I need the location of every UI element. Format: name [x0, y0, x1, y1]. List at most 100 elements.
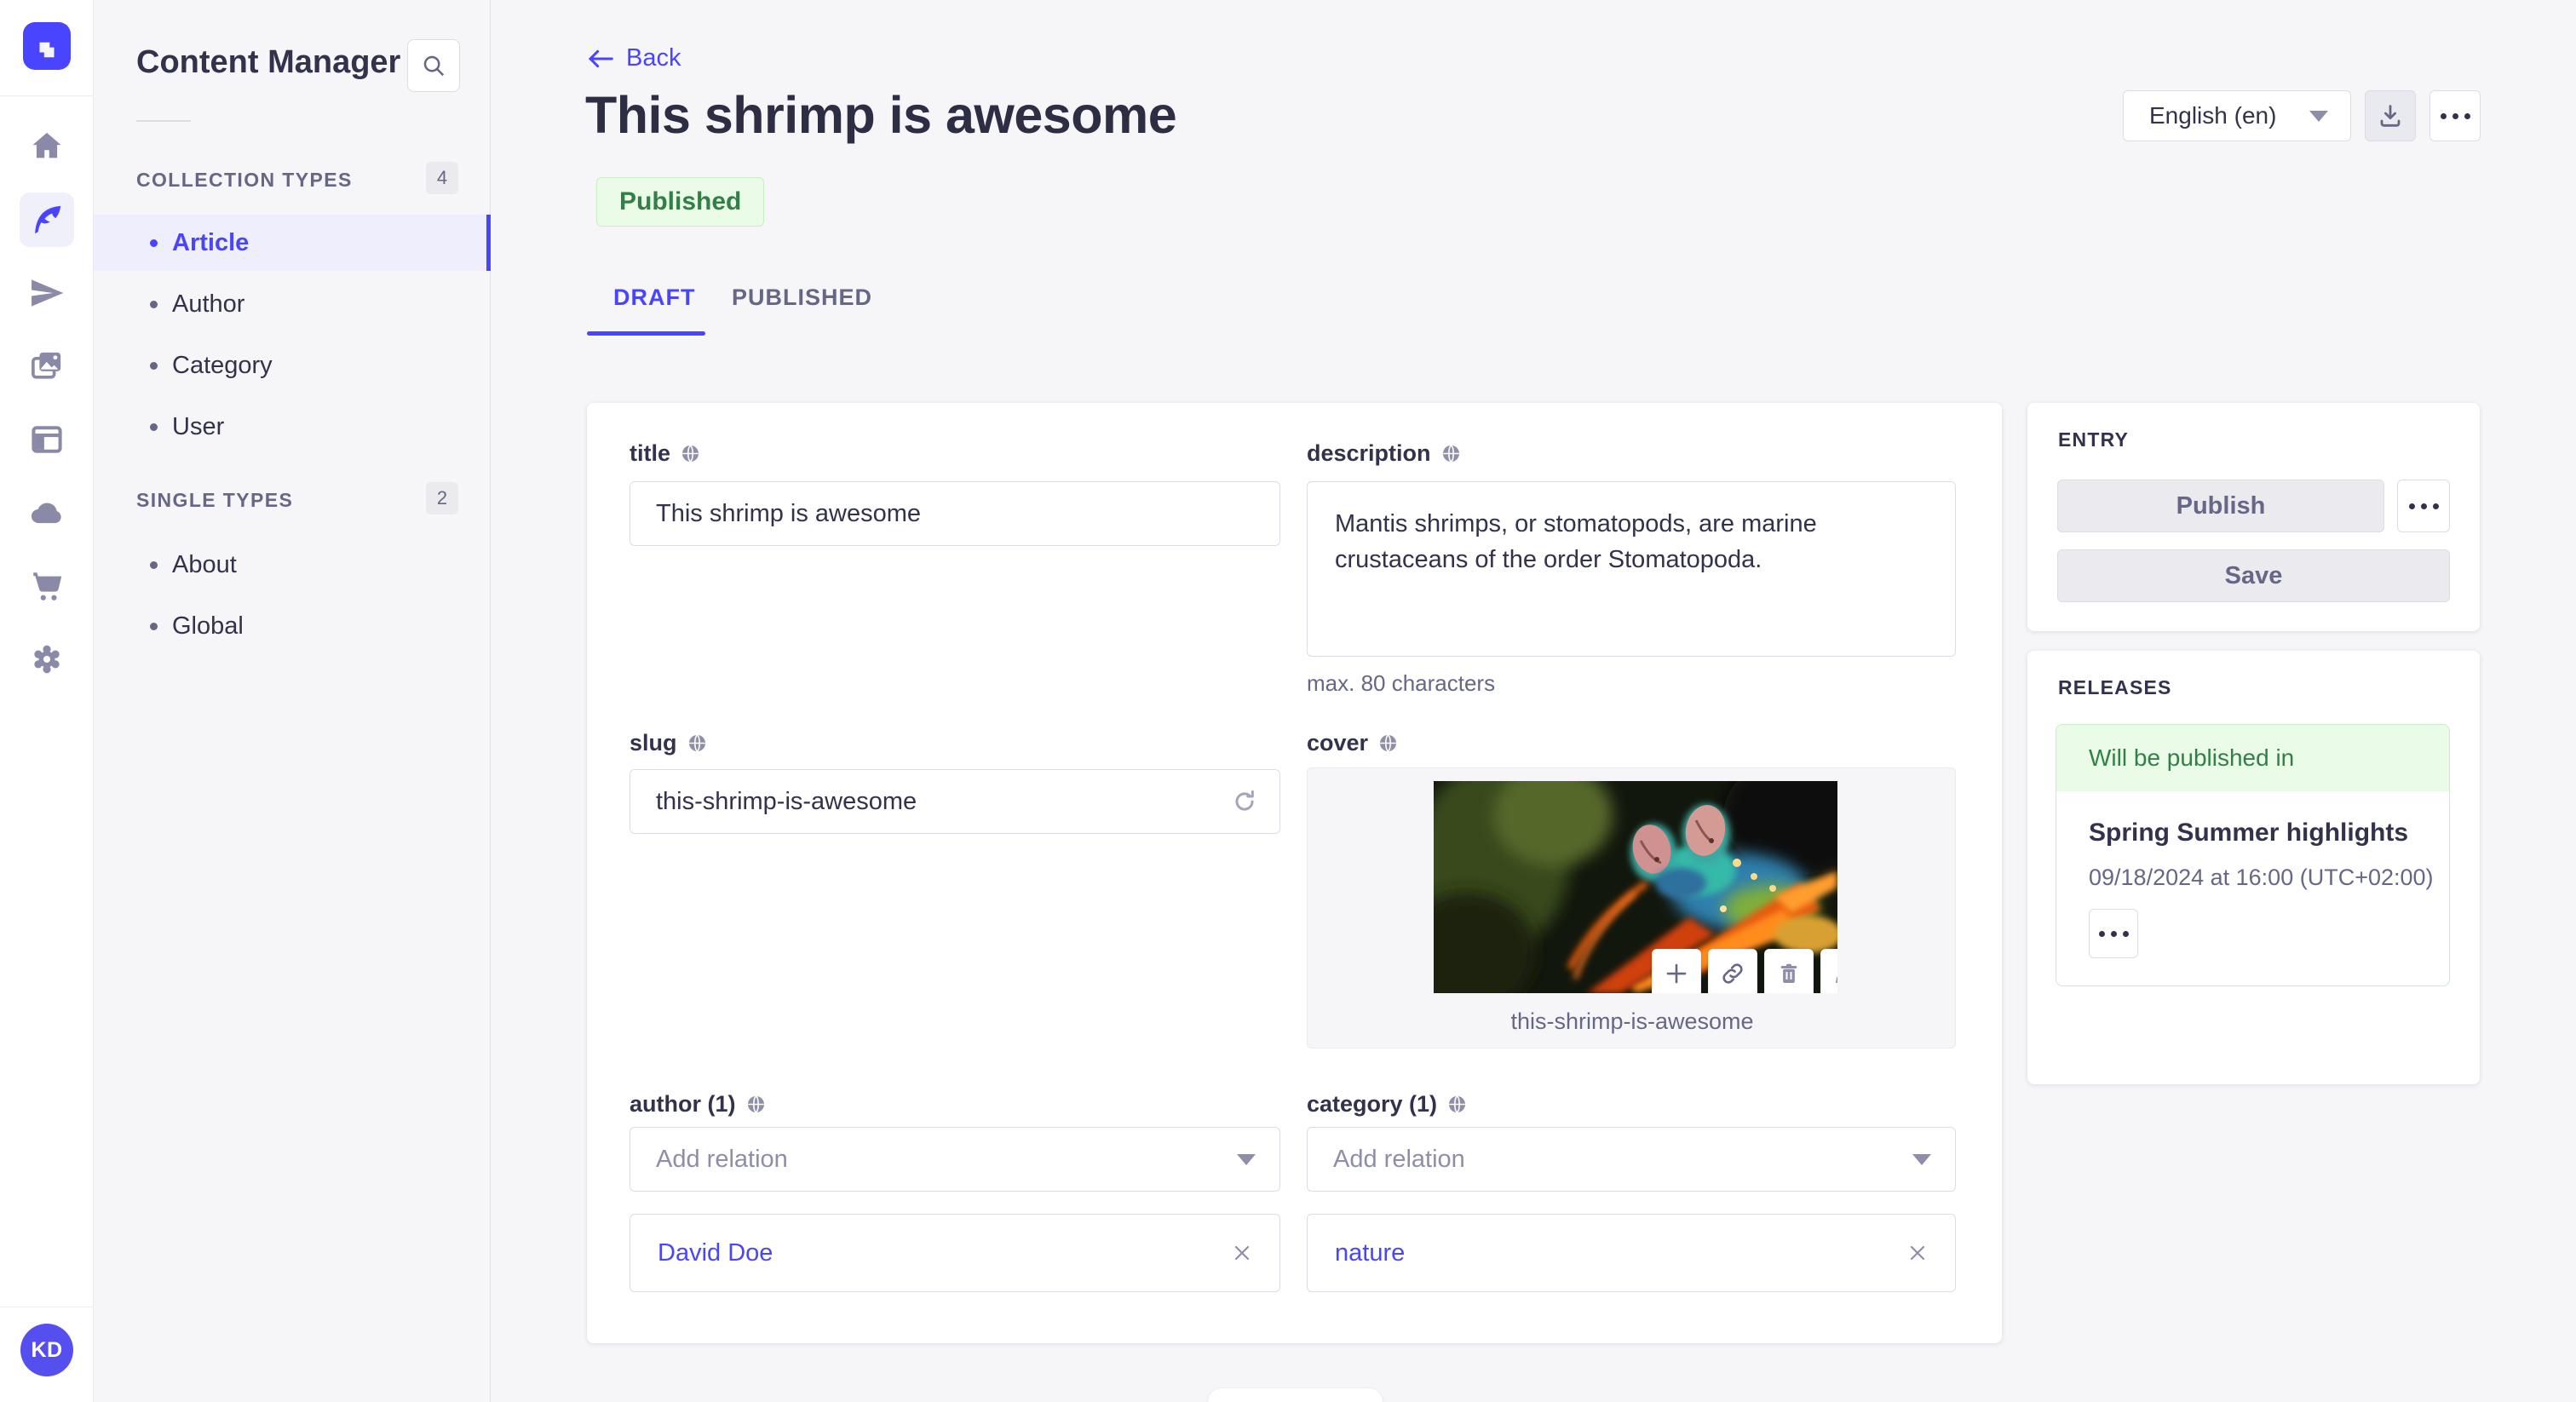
- author-relation-select[interactable]: Add relation: [630, 1127, 1280, 1192]
- link-icon: [1722, 963, 1743, 984]
- collection-types-header: COLLECTION TYPES 4: [94, 162, 491, 196]
- sidebar-item-user[interactable]: User: [94, 399, 491, 455]
- cover-image[interactable]: [1434, 781, 1837, 993]
- remove-relation-button[interactable]: [1225, 1236, 1259, 1270]
- layout-icon[interactable]: [20, 412, 74, 467]
- add-media-button[interactable]: [1652, 949, 1701, 993]
- title-input[interactable]: [630, 481, 1280, 546]
- sidebar-item-category[interactable]: Category: [94, 337, 491, 394]
- release-more-button[interactable]: [2089, 909, 2138, 958]
- cloud-icon[interactable]: [20, 486, 74, 540]
- header-more-button[interactable]: [2429, 90, 2481, 141]
- regenerate-slug-button[interactable]: [1228, 784, 1262, 819]
- back-arrow-icon: [588, 49, 613, 67]
- relation-placeholder: Add relation: [1333, 1145, 1465, 1173]
- sidebar-item-label: About: [172, 550, 237, 578]
- category-field-label: category (1): [1307, 1091, 1467, 1118]
- strapi-logo[interactable]: [23, 22, 71, 70]
- relation-link-david-doe[interactable]: David Doe: [658, 1239, 773, 1267]
- publish-button[interactable]: Publish: [2057, 480, 2384, 532]
- sidebar-title: Content Manager: [136, 44, 401, 80]
- page-title: This shrimp is awesome: [585, 86, 1177, 144]
- plus-icon: [1666, 963, 1687, 984]
- cover-media-panel: this-shrimp-is-awesome: [1307, 767, 1956, 1049]
- content-manager-icon[interactable]: [20, 192, 74, 247]
- tab-active-underline: [587, 331, 705, 336]
- media-library-icon[interactable]: [20, 339, 74, 394]
- field-label-text: cover: [1307, 730, 1369, 756]
- cover-field-label: cover: [1307, 730, 1398, 756]
- remove-relation-button[interactable]: [1900, 1236, 1935, 1270]
- edit-media-button[interactable]: [1820, 949, 1837, 993]
- pencil-icon: [1836, 976, 1837, 984]
- bullet-icon: [150, 422, 158, 431]
- tab-published[interactable]: PUBLISHED: [732, 284, 872, 311]
- chevron-down-icon: [1912, 1153, 1931, 1165]
- refresh-icon: [1235, 790, 1254, 811]
- release-status-strip: Will be published in: [2056, 725, 2449, 791]
- single-types-list: About Global: [94, 537, 491, 654]
- category-relation-select[interactable]: Add relation: [1307, 1127, 1956, 1192]
- trash-icon: [1780, 963, 1797, 983]
- title-field-label: title: [630, 440, 700, 467]
- app-window: KD Content Manager COLLECTION TYPES 4 Ar…: [0, 0, 2576, 1402]
- marketplace-icon[interactable]: [20, 559, 74, 613]
- export-button[interactable]: [2365, 90, 2416, 141]
- more-icon: [2408, 503, 2439, 509]
- slug-input[interactable]: [630, 769, 1280, 834]
- entry-form-card: title description Mantis shrimps, or sto…: [587, 403, 2002, 1343]
- settings-icon[interactable]: [20, 632, 74, 687]
- section-count-badge: 2: [426, 482, 458, 514]
- globe-icon: [1380, 734, 1397, 752]
- tab-draft[interactable]: DRAFT: [613, 284, 695, 311]
- entry-panel: ENTRY Publish Save: [2027, 403, 2480, 631]
- entry-panel-title: ENTRY: [2058, 428, 2130, 451]
- sidebar-item-author[interactable]: Author: [94, 276, 491, 332]
- user-avatar[interactable]: KD: [20, 1324, 73, 1376]
- sidebar-item-about[interactable]: About: [94, 537, 491, 593]
- collection-types-list: Article Author Category User: [94, 215, 491, 455]
- field-label-text: slug: [630, 730, 677, 756]
- sidebar-item-label: User: [172, 412, 225, 440]
- globe-icon: [1442, 445, 1459, 463]
- section-count-badge: 4: [426, 162, 458, 194]
- home-icon[interactable]: [20, 119, 74, 174]
- locale-select[interactable]: English (en): [2123, 90, 2351, 141]
- content-manager-sidebar: Content Manager COLLECTION TYPES 4 Artic…: [94, 0, 491, 1402]
- releases-icon[interactable]: [20, 266, 74, 320]
- close-icon: [1234, 1245, 1250, 1261]
- close-icon: [1910, 1245, 1925, 1261]
- back-link[interactable]: Back: [587, 44, 681, 72]
- slug-field: [630, 769, 1280, 834]
- slug-field-label: slug: [630, 730, 707, 756]
- sidebar-item-label: Author: [172, 290, 245, 318]
- search-button[interactable]: [407, 39, 460, 92]
- save-button[interactable]: Save: [2057, 549, 2450, 602]
- entry-more-button[interactable]: [2397, 480, 2450, 532]
- globe-icon: [681, 445, 699, 463]
- rail-divider: [0, 95, 94, 96]
- cover-toolbar: [1652, 949, 1837, 993]
- sidebar-item-global[interactable]: Global: [94, 598, 491, 654]
- field-label-text: author (1): [630, 1091, 736, 1117]
- globe-icon: [1449, 1095, 1466, 1113]
- relation-link-nature[interactable]: nature: [1335, 1239, 1405, 1267]
- bullet-icon: [150, 560, 158, 569]
- bullet-icon: [150, 300, 158, 308]
- below-fold-card-edge: [1208, 1388, 1383, 1402]
- delete-media-button[interactable]: [1764, 949, 1814, 993]
- globe-icon: [688, 734, 705, 752]
- download-icon: [2380, 105, 2401, 127]
- chevron-down-icon: [2309, 110, 2328, 122]
- copy-link-button[interactable]: [1708, 949, 1757, 993]
- nav-rail: KD: [0, 0, 94, 1402]
- sidebar-divider: [136, 120, 191, 122]
- releases-panel: RELEASES Will be published in Spring Sum…: [2027, 651, 2480, 1084]
- chevron-down-icon: [1237, 1153, 1256, 1165]
- sidebar-item-article[interactable]: Article: [94, 215, 491, 271]
- bullet-icon: [150, 361, 158, 370]
- release-card: Will be published in Spring Summer highl…: [2056, 724, 2450, 986]
- author-relation-item: David Doe: [630, 1214, 1280, 1292]
- author-field-label: author (1): [630, 1091, 766, 1118]
- description-textarea[interactable]: Mantis shrimps, or stomatopods, are mari…: [1307, 481, 1956, 657]
